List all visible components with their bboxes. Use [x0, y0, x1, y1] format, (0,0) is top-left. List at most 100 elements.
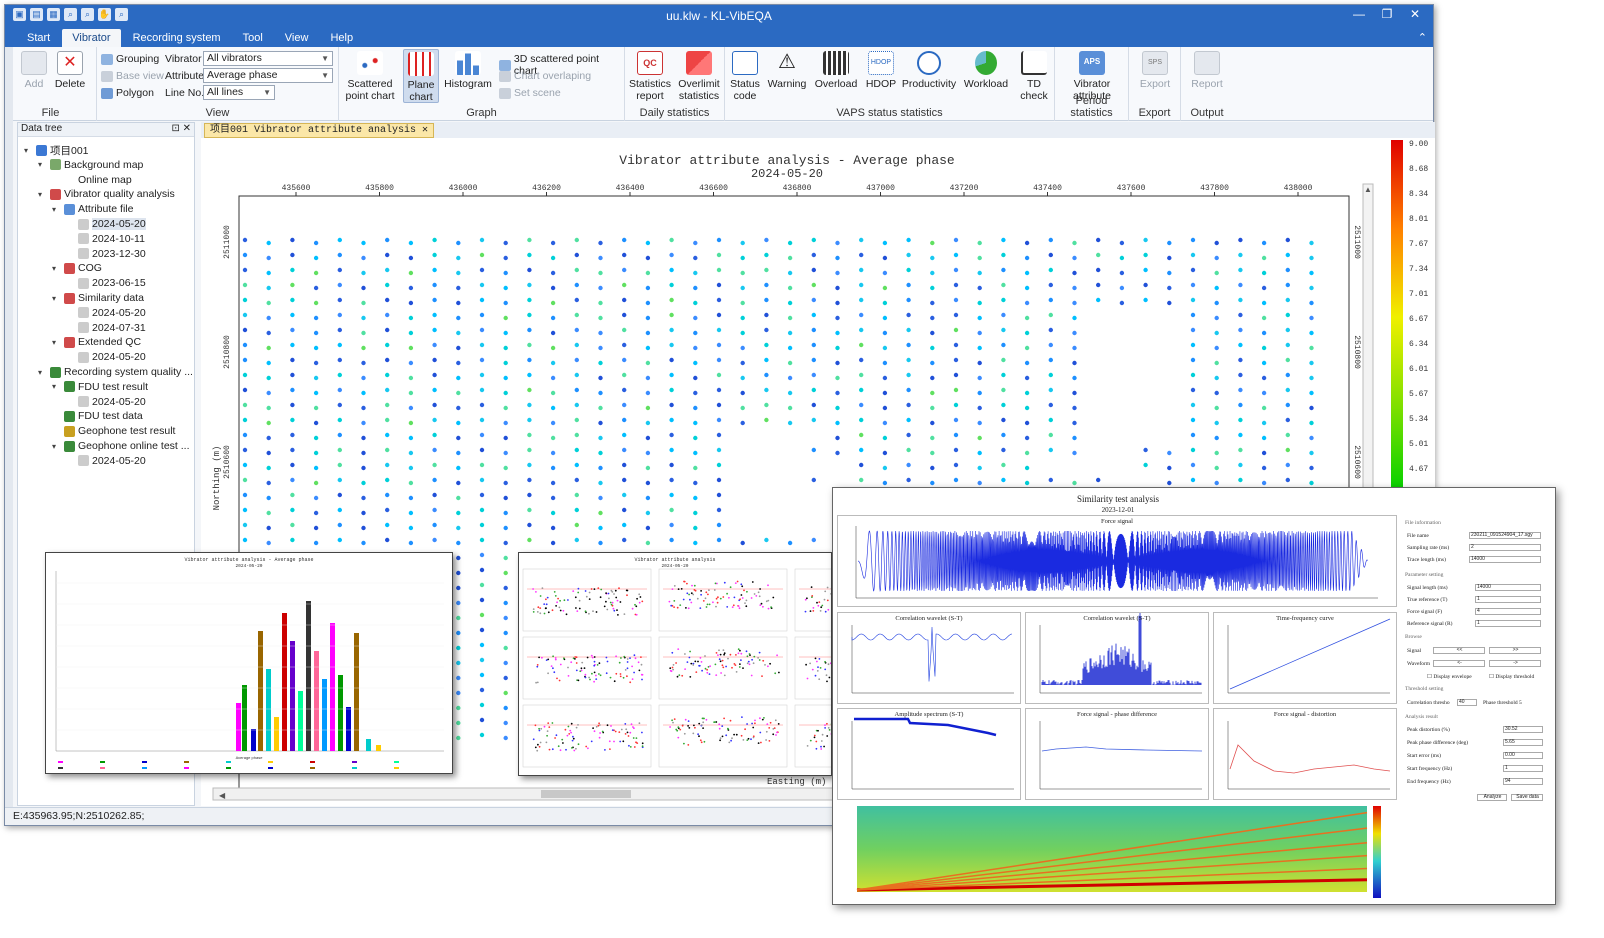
workload-button[interactable]: Workload: [961, 51, 1011, 90]
cog-node[interactable]: ▾ COG: [52, 261, 102, 275]
menu-recording-system[interactable]: Recording system: [123, 29, 231, 47]
close-button[interactable]: ✕: [1401, 7, 1429, 21]
ribbon-collapse-icon[interactable]: ⌃: [1418, 31, 1427, 44]
menu-help[interactable]: Help: [320, 29, 363, 47]
expand-toggle-icon[interactable]: ▾: [38, 160, 47, 169]
minimize-button[interactable]: —: [1345, 7, 1373, 21]
plane-chart-button[interactable]: Plane chart: [403, 49, 439, 103]
base-view-button[interactable]: Base view: [101, 70, 164, 82]
date-node[interactable]: 2024-05-20: [66, 217, 146, 231]
ribbon-group-output: Report Output: [1181, 47, 1233, 121]
expand-toggle-icon[interactable]: ▾: [52, 338, 61, 347]
vibrator-quality-node[interactable]: ▾ Vibrator quality analysis: [38, 187, 175, 201]
analyze-button[interactable]: Analyze: [1477, 794, 1507, 801]
save-data-button[interactable]: Save data: [1511, 794, 1543, 801]
export-button[interactable]: SPS Export: [1135, 51, 1175, 90]
next-waveform-button[interactable]: ->: [1489, 660, 1541, 667]
histogram-button[interactable]: Histogram: [443, 51, 493, 90]
prev-waveform-button[interactable]: <-: [1433, 660, 1485, 667]
survey-point: [787, 255, 793, 261]
expand-toggle-icon[interactable]: ▾: [38, 190, 47, 199]
online-map-node[interactable]: Online map: [66, 173, 132, 187]
fdu-test-data-node[interactable]: FDU test data: [52, 409, 143, 423]
overlimit-statistics-button[interactable]: Overlimit statistics: [675, 51, 723, 102]
field-input[interactable]: 1: [1475, 620, 1541, 627]
expand-toggle-icon[interactable]: ▾: [52, 294, 61, 303]
menu-vibrator[interactable]: Vibrator: [62, 29, 121, 47]
correlation-threshold-input[interactable]: 40: [1457, 699, 1477, 706]
geophone-test-result-node[interactable]: Geophone test result: [52, 424, 175, 438]
field-input[interactable]: 1: [1503, 765, 1543, 772]
field-input[interactable]: 94: [1503, 778, 1543, 785]
recording-system-node[interactable]: ▾ Recording system quality ...: [38, 365, 193, 379]
date-node[interactable]: 2023-06-15: [66, 276, 146, 290]
menu-tool[interactable]: Tool: [233, 29, 273, 47]
field-input[interactable]: 2: [1469, 544, 1541, 551]
td-check-button[interactable]: TD check: [1015, 51, 1053, 102]
menu-start[interactable]: Start: [17, 29, 60, 47]
productivity-button[interactable]: Productivity: [901, 51, 957, 90]
restore-button[interactable]: ❐: [1373, 7, 1401, 21]
prev-signal-button[interactable]: <<: [1433, 647, 1485, 654]
similarity-data-node[interactable]: ▾ Similarity data: [52, 291, 144, 305]
project-node[interactable]: ▾ 项目001: [24, 143, 89, 157]
status-code-button[interactable]: Status code: [727, 51, 763, 102]
date-node[interactable]: 2023-12-30: [66, 247, 146, 261]
tab-vibrator-attribute-analysis[interactable]: 项目001 Vibrator attribute analysis ✕: [204, 123, 435, 138]
expand-toggle-icon[interactable]: ▾: [24, 146, 33, 155]
date-node[interactable]: 2024-05-20: [66, 395, 146, 409]
field-input[interactable]: 14000: [1469, 556, 1541, 563]
date-node[interactable]: 2024-05-20: [66, 350, 146, 364]
survey-point: [337, 327, 342, 333]
date-node[interactable]: 2024-05-20: [66, 454, 146, 468]
field-input[interactable]: 4: [1475, 608, 1541, 615]
display-envelope-checkbox[interactable]: ☐ Display envelope: [1427, 674, 1472, 680]
scroll-left-icon[interactable]: ◀: [219, 791, 226, 800]
warning-button[interactable]: ⚠ Warning: [765, 51, 809, 90]
expand-toggle-icon[interactable]: ▾: [52, 442, 61, 451]
left-dock-strip[interactable]: [5, 47, 13, 807]
polygon-button[interactable]: Polygon: [101, 87, 154, 99]
attribute-file-node[interactable]: ▾ Attribute file: [52, 202, 133, 216]
field-input[interactable]: 1: [1475, 596, 1541, 603]
field-input[interactable]: 30.52: [1503, 726, 1543, 733]
expand-toggle-icon[interactable]: ▾: [38, 368, 47, 377]
scattered-point-chart-button[interactable]: Scattered point chart: [343, 51, 397, 102]
background-map-node[interactable]: ▾ Background map: [38, 158, 143, 172]
report-button[interactable]: Report: [1187, 51, 1227, 90]
next-signal-button[interactable]: >>: [1489, 647, 1541, 654]
field-input[interactable]: 14000: [1475, 584, 1541, 591]
hdop-button[interactable]: HDOP HDOP: [861, 51, 901, 90]
geophone-online-test-node[interactable]: ▾ Geophone online test ...: [52, 439, 190, 453]
delete-button[interactable]: ✕ Delete: [53, 51, 87, 90]
menu-view[interactable]: View: [275, 29, 319, 47]
close-tab-icon[interactable]: ✕: [422, 125, 428, 136]
panel-pin-close-icons[interactable]: ⊡ ✕: [171, 123, 191, 134]
date-node[interactable]: 2024-05-20: [66, 306, 146, 320]
expand-toggle-icon[interactable]: ▾: [52, 382, 61, 391]
statistics-report-button[interactable]: QC Statistics report: [627, 51, 673, 102]
display-threshold-checkbox[interactable]: ☐ Display threshold: [1489, 674, 1534, 680]
date-node[interactable]: 2024-07-31: [66, 321, 146, 335]
extended-qc-node[interactable]: ▾ Extended QC: [52, 335, 141, 349]
grouping-button[interactable]: Grouping: [101, 53, 159, 65]
scroll-up-icon[interactable]: ▲: [1364, 185, 1372, 194]
field-input[interactable]: 0.00: [1503, 752, 1543, 759]
scatter-point: [595, 611, 598, 613]
survey-point: [385, 357, 390, 363]
vibrator-select[interactable]: All vibrators ▼: [203, 51, 333, 66]
expand-toggle-icon[interactable]: ▾: [52, 264, 61, 273]
line-select[interactable]: All lines ▼: [203, 85, 275, 100]
chart-overlap-button[interactable]: Chart overlaping: [499, 70, 591, 82]
date-node[interactable]: 2024-10-11: [66, 232, 145, 246]
survey-point: [503, 690, 508, 696]
set-scene-button[interactable]: Set scene: [499, 87, 561, 99]
fdu-test-result-node[interactable]: ▾ FDU test result: [52, 380, 148, 394]
overload-button[interactable]: Overload: [813, 51, 859, 90]
horizontal-scroll-thumb[interactable]: [541, 790, 631, 798]
attribute-select[interactable]: Average phase ▼: [203, 68, 333, 83]
field-input[interactable]: 5.65: [1503, 739, 1543, 746]
field-input[interactable]: 230211_091524904_17.sgy: [1469, 532, 1541, 539]
add-button[interactable]: Add: [17, 51, 51, 90]
expand-toggle-icon[interactable]: ▾: [52, 205, 61, 214]
